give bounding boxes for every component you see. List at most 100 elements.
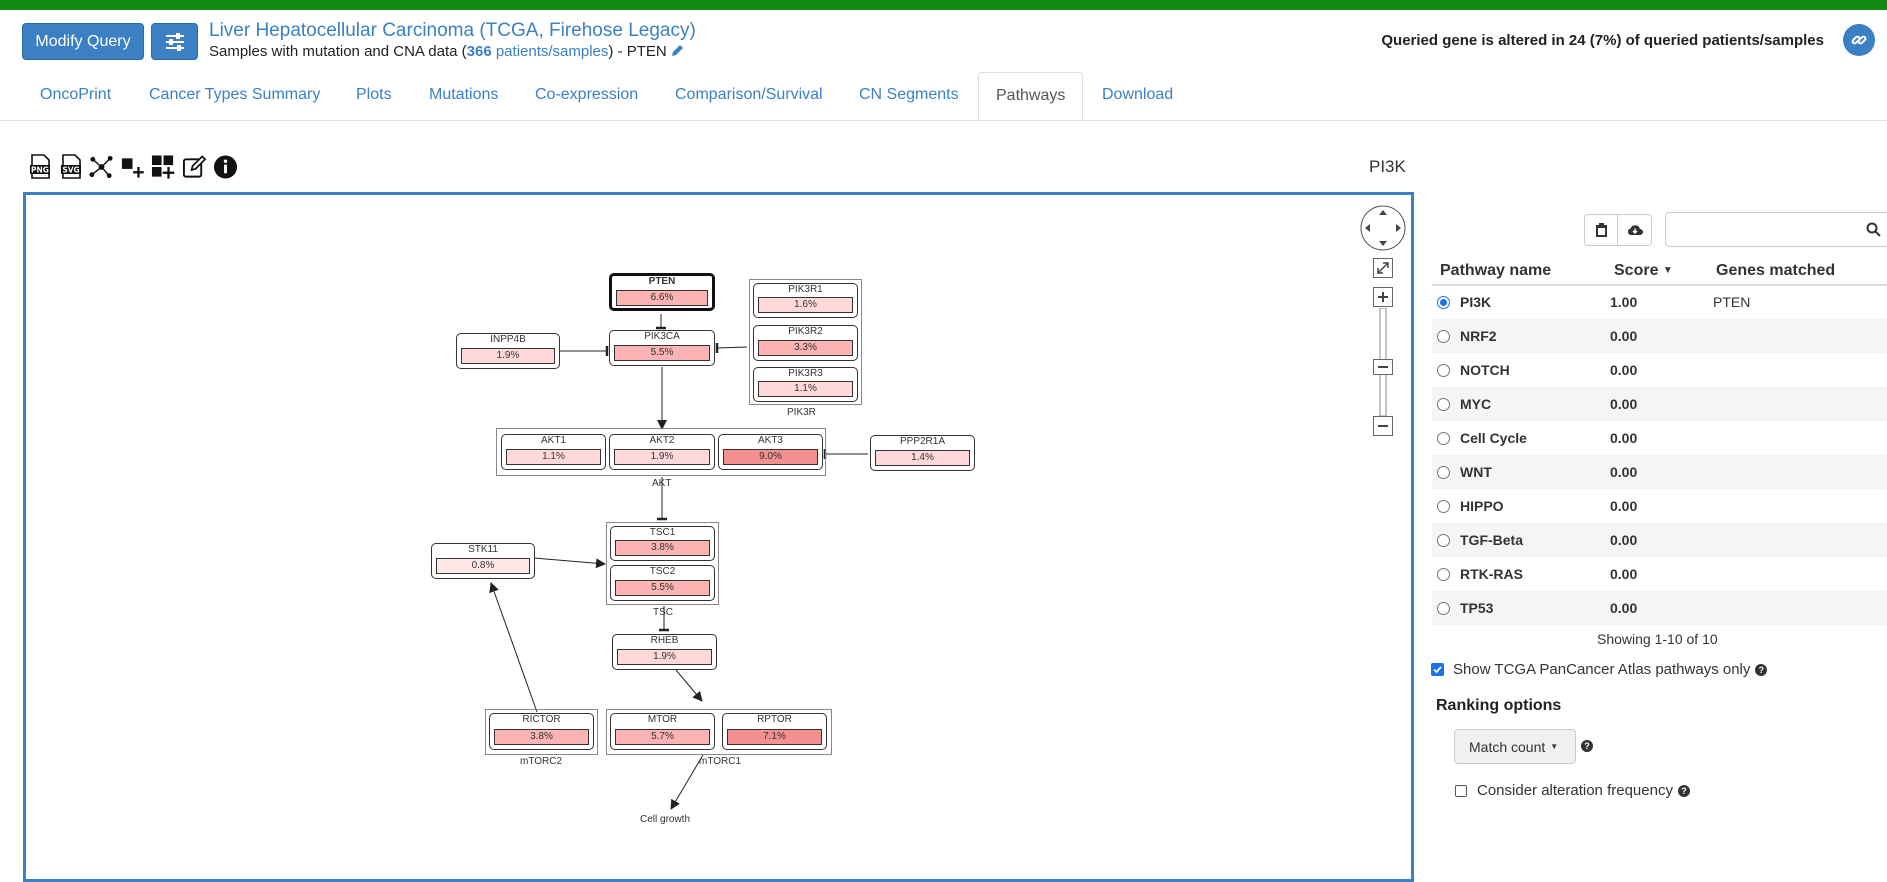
node-akt1[interactable]: AKT1 1.1% xyxy=(501,434,606,470)
download-table-button[interactable] xyxy=(1618,214,1652,246)
pathway-score: 0.00 xyxy=(1610,328,1638,344)
node-ppp2r1a[interactable]: PPP2R1A 1.4% xyxy=(870,435,975,471)
node-label: INPP4B xyxy=(490,334,526,345)
layout-icon[interactable] xyxy=(89,153,114,180)
samples-summary: Samples with mutation and CNA data (366 … xyxy=(209,43,684,60)
pathway-row[interactable]: HIPPO 0.00 xyxy=(1432,489,1887,523)
pathway-radio[interactable] xyxy=(1437,500,1450,513)
consider-frequency-checkbox[interactable] xyxy=(1455,784,1467,797)
match-count-dropdown[interactable]: Match count ▼ xyxy=(1454,729,1576,764)
node-label: PIK3CA xyxy=(644,331,680,342)
group-label-tsc: TSC xyxy=(653,607,673,618)
col-header-genes-matched[interactable]: Genes matched xyxy=(1716,262,1835,280)
node-akt3[interactable]: AKT3 9.0% xyxy=(718,434,823,470)
pathway-radio[interactable] xyxy=(1437,432,1450,445)
tab-oncoprint[interactable]: OncoPrint xyxy=(40,86,111,104)
query-settings-button[interactable] xyxy=(151,23,198,60)
pathway-radio[interactable] xyxy=(1437,364,1450,377)
pencil-icon[interactable] xyxy=(671,44,684,57)
node-stk11[interactable]: STK11 0.8% xyxy=(431,543,535,579)
pathway-radio[interactable] xyxy=(1437,466,1450,479)
tab-download[interactable]: Download xyxy=(1102,86,1173,104)
tab-cn-segments[interactable]: CN Segments xyxy=(859,86,959,104)
alteration-bar: 1.6% xyxy=(758,297,853,313)
node-inpp4b[interactable]: INPP4B 1.9% xyxy=(456,333,560,369)
results-tabs: OncoPrint Cancer Types Summary Plots Mut… xyxy=(0,72,1887,121)
svg-download-icon[interactable]: SVG xyxy=(58,153,83,180)
pathway-row[interactable]: MYC 0.00 xyxy=(1432,387,1887,421)
tcga-only-checkbox[interactable] xyxy=(1431,663,1444,676)
pathway-radio[interactable] xyxy=(1437,296,1450,309)
pathway-radio[interactable] xyxy=(1437,534,1450,547)
pathway-radio[interactable] xyxy=(1437,602,1450,615)
tab-co-expression[interactable]: Co-expression xyxy=(535,86,638,104)
node-pik3ca[interactable]: PIK3CA 5.5% xyxy=(609,330,715,366)
pathway-radio[interactable] xyxy=(1437,398,1450,411)
alteration-bar: 7.1% xyxy=(727,729,822,745)
copy-button[interactable] xyxy=(1584,214,1618,246)
samples-suffix: ) - PTEN xyxy=(608,43,667,60)
pathway-row[interactable]: TP53 0.00 xyxy=(1432,591,1887,625)
node-pik3r1[interactable]: PIK3R1 1.6% xyxy=(753,283,858,318)
alteration-bar: 1.9% xyxy=(617,649,712,665)
edit-icon[interactable] xyxy=(182,153,207,180)
node-label: TSC1 xyxy=(649,527,676,538)
alteration-bar: 5.5% xyxy=(615,580,710,596)
node-label: PIK3R1 xyxy=(788,284,823,295)
node-pik3r3[interactable]: PIK3R3 1.1% xyxy=(753,367,858,402)
pathway-row[interactable]: NRF2 0.00 xyxy=(1432,319,1887,353)
pathway-radio[interactable] xyxy=(1437,568,1450,581)
alteration-bar: 3.3% xyxy=(758,340,853,356)
node-mtor[interactable]: MTOR 5.7% xyxy=(610,713,715,750)
pathway-name: NRF2 xyxy=(1460,328,1497,344)
showing-count: Showing 1-10 of 10 xyxy=(1597,631,1718,647)
ranking-help-icon[interactable]: ? xyxy=(1581,740,1593,752)
png-download-icon[interactable]: PNG xyxy=(27,153,52,180)
pathway-name: RTK-RAS xyxy=(1460,566,1523,582)
col-header-score[interactable]: Score ▼ xyxy=(1614,262,1673,280)
tab-plots[interactable]: Plots xyxy=(356,86,392,104)
node-rheb[interactable]: RHEB 1.9% xyxy=(612,634,717,670)
tcga-only-label: Show TCGA PanCancer Atlas pathways only xyxy=(1453,661,1751,678)
info-icon[interactable] xyxy=(213,153,238,180)
altered-summary: Queried gene is altered in 24 (7%) of qu… xyxy=(1381,32,1824,49)
node-pten[interactable]: PTEN 6.6% xyxy=(609,273,715,311)
node-rictor[interactable]: RICTOR 3.8% xyxy=(489,713,594,750)
node-rptor[interactable]: RPTOR 7.1% xyxy=(722,713,827,750)
pathway-radio[interactable] xyxy=(1437,330,1450,343)
add-group-icon[interactable] xyxy=(151,153,176,180)
tab-mutations[interactable]: Mutations xyxy=(429,86,498,104)
pathway-row[interactable]: NOTCH 0.00 xyxy=(1432,353,1887,387)
patients-samples-link[interactable]: patients/samples xyxy=(496,43,609,60)
pathway-row[interactable]: RTK-RAS 0.00 xyxy=(1432,557,1887,591)
tab-pathways[interactable]: Pathways xyxy=(978,72,1084,120)
tab-comparison-survival[interactable]: Comparison/Survival xyxy=(675,86,823,104)
node-tsc2[interactable]: TSC2 5.5% xyxy=(610,565,715,601)
pathway-name: NOTCH xyxy=(1460,362,1510,378)
pathway-row[interactable]: Cell Cycle 0.00 xyxy=(1432,421,1887,455)
frequency-help-icon[interactable]: ? xyxy=(1677,784,1690,797)
col-header-score-label: Score xyxy=(1614,262,1659,279)
group-label-pik3r: PIK3R xyxy=(787,407,816,418)
node-akt2[interactable]: AKT2 1.9% xyxy=(609,434,715,470)
node-tsc1[interactable]: TSC1 3.8% xyxy=(610,526,715,561)
col-header-pathway-name[interactable]: Pathway name xyxy=(1440,262,1551,280)
node-label: PIK3R2 xyxy=(788,326,823,337)
pathway-name: MYC xyxy=(1460,396,1492,412)
pathway-row[interactable]: WNT 0.00 xyxy=(1432,455,1887,489)
consider-frequency-option: Consider alteration frequency ? xyxy=(1455,782,1690,799)
table-search-input[interactable] xyxy=(1665,212,1887,247)
alteration-bar: 1.9% xyxy=(614,449,710,465)
tab-cancer-types-summary[interactable]: Cancer Types Summary xyxy=(149,86,320,104)
share-link-button[interactable] xyxy=(1843,24,1875,56)
node-pik3r2[interactable]: PIK3R2 3.3% xyxy=(753,325,858,361)
pathway-toolbar: PNG SVG xyxy=(27,153,238,180)
pathway-row[interactable]: TGF-Beta 0.00 xyxy=(1432,523,1887,557)
study-title-link[interactable]: Liver Hepatocellular Carcinoma (TCGA, Fi… xyxy=(209,20,696,42)
modify-query-button[interactable]: Modify Query xyxy=(22,23,144,60)
pathway-graph[interactable]: PIK3R AKT TSC mTORC2 mTORC1 PTEN 6.6% PI… xyxy=(23,192,1414,882)
add-node-icon[interactable] xyxy=(120,153,145,180)
node-label: AKT3 xyxy=(757,435,783,446)
pathway-row[interactable]: PI3K 1.00 PTEN xyxy=(1432,285,1887,319)
help-icon[interactable]: ? xyxy=(1755,663,1768,676)
